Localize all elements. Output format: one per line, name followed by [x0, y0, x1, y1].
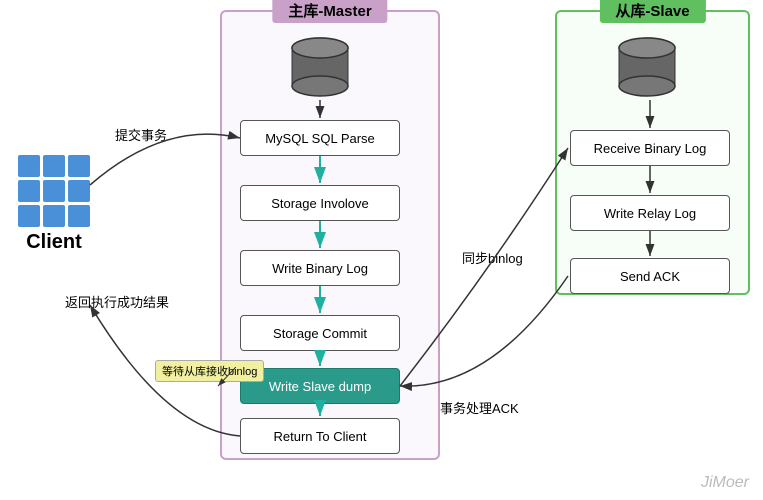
sql-parse-box: MySQL SQL Parse — [240, 120, 400, 156]
receive-binary-log-box: Receive Binary Log — [570, 130, 730, 166]
master-title: 主库-Master — [272, 0, 387, 23]
watermark: JiMoer — [701, 474, 749, 492]
storage-commit-box: Storage Commit — [240, 315, 400, 351]
client-label: Client — [26, 231, 82, 254]
grid-cell — [68, 155, 90, 177]
write-binary-log-box: Write Binary Log — [240, 250, 400, 286]
client-block: Client — [18, 155, 90, 254]
write-relay-log-box: Write Relay Log — [570, 195, 730, 231]
grid-cell — [43, 180, 65, 202]
grid-cell — [43, 155, 65, 177]
master-db-icon — [285, 30, 355, 105]
grid-cell — [68, 180, 90, 202]
return-client-box: Return To Client — [240, 418, 400, 454]
grid-cell — [43, 205, 65, 227]
storage-involve-box: Storage Involove — [240, 185, 400, 221]
grid-cell — [18, 180, 40, 202]
submit-tx-label: 提交事务 — [115, 125, 167, 144]
grid-cell — [68, 205, 90, 227]
slave-title: 从库-Slave — [599, 0, 705, 23]
client-grid — [18, 155, 90, 227]
tx-ack-label: 事务处理ACK — [440, 398, 519, 417]
diagram-container: 主库-Master 从库-Slave Client — [0, 0, 763, 500]
grid-cell — [18, 155, 40, 177]
wait-slave-label: 等待从库接收binlog — [155, 360, 264, 382]
grid-cell — [18, 205, 40, 227]
return-result-label: 返回执行成功结果 — [65, 292, 169, 311]
sync-binlog-label: 同步binlog — [462, 248, 523, 267]
send-ack-box: Send ACK — [570, 258, 730, 294]
slave-db-icon — [612, 30, 682, 105]
